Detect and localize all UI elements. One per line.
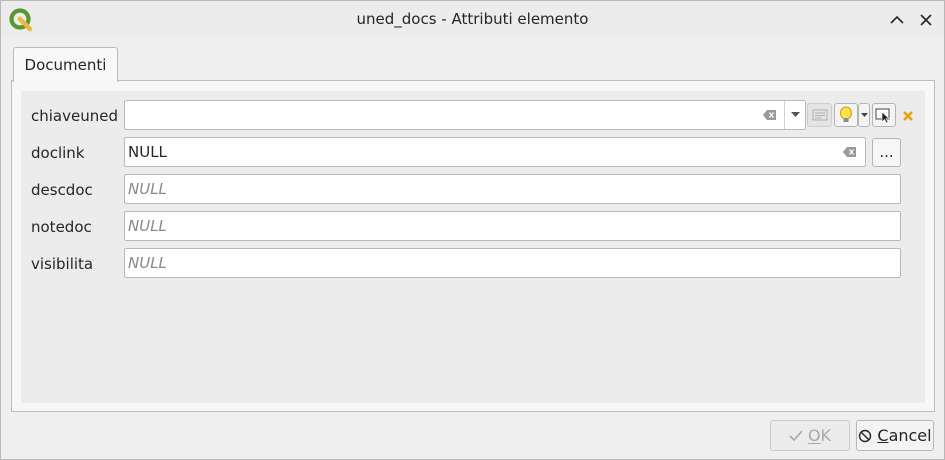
chevron-down-icon[interactable] — [784, 101, 805, 129]
tab-documenti[interactable]: Documenti — [13, 47, 118, 82]
descdoc-value: NULL — [128, 180, 167, 198]
browse-file-button[interactable]: ... — [872, 138, 901, 167]
remove-x-icon[interactable] — [901, 109, 915, 123]
visibilita-input[interactable]: NULL — [124, 248, 901, 278]
form-icon — [812, 109, 827, 121]
dropdown-arrow-icon[interactable] — [858, 103, 870, 127]
open-form-button[interactable] — [807, 103, 832, 127]
identify-cursor-icon — [875, 108, 890, 123]
cancel-circle-icon — [859, 429, 872, 442]
doclink-input[interactable]: NULL — [124, 137, 866, 167]
identify-feature-button[interactable] — [872, 103, 896, 127]
field-label-descdoc: descdoc — [31, 181, 93, 199]
chevron-up-icon[interactable] — [887, 10, 907, 30]
cancel-button[interactable]: Cancel — [856, 420, 934, 451]
attribute-dialog: uned_docs - Attributi elemento Documenti… — [0, 0, 945, 460]
ok-button[interactable]: OK — [770, 420, 850, 451]
ok-label: OK — [807, 426, 832, 445]
notedoc-value: NULL — [128, 217, 167, 235]
title-bar: uned_docs - Attributi elemento — [1, 1, 944, 38]
lightbulb-button[interactable] — [834, 103, 858, 127]
field-label-doclink: doclink — [31, 144, 85, 162]
clear-value-icon[interactable] — [843, 146, 857, 158]
lightbulb-icon — [840, 106, 852, 122]
field-label-notedoc: notedoc — [31, 218, 92, 236]
visibilita-value: NULL — [128, 254, 167, 272]
chiaveuned-combo[interactable] — [124, 100, 806, 130]
notedoc-input[interactable]: NULL — [124, 211, 901, 241]
clear-value-icon[interactable] — [763, 109, 777, 121]
check-icon — [789, 429, 803, 441]
doclink-value: NULL — [128, 143, 167, 161]
field-label-chiaveuned: chiaveuned — [31, 107, 118, 125]
cancel-label: Cancel — [877, 426, 932, 445]
close-icon[interactable] — [916, 10, 936, 30]
window-title: uned_docs - Attributi elemento — [356, 10, 589, 28]
descdoc-input[interactable]: NULL — [124, 174, 901, 204]
field-label-visibilita: visibilita — [31, 255, 94, 273]
